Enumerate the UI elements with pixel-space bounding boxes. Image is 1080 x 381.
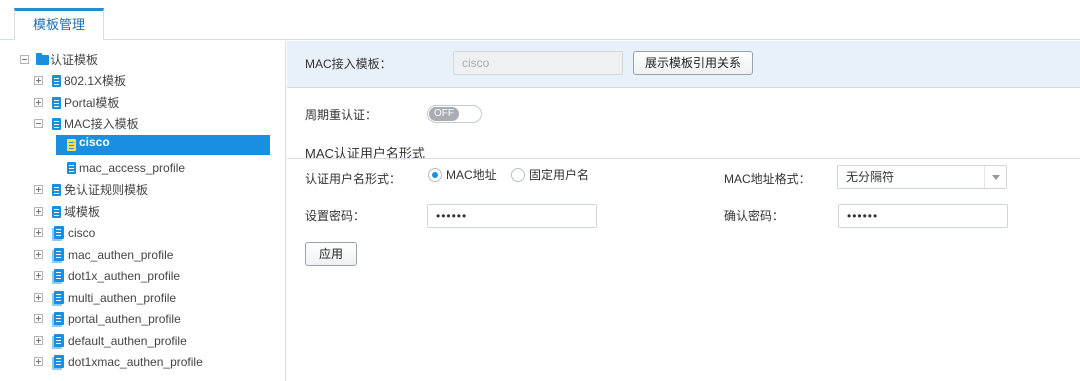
- expand-icon[interactable]: [34, 314, 43, 323]
- template-tree: 认证模板 802.1X模板 Portal模板 MAC接入模板 cisco mac…: [0, 41, 286, 381]
- tree-item-label: MAC接入模板: [64, 117, 139, 131]
- set-password-field[interactable]: ••••••: [427, 204, 597, 228]
- confirm-password-field[interactable]: ••••••: [838, 204, 1008, 228]
- expand-icon[interactable]: [34, 250, 43, 259]
- mac-template-label: MAC接入模板：: [305, 57, 392, 71]
- tree-item-label: 域模板: [64, 205, 101, 219]
- profile-icon: [54, 312, 64, 325]
- tree-item-label: Portal模板: [64, 96, 120, 110]
- expand-icon[interactable]: [34, 357, 43, 366]
- apply-button[interactable]: 应用: [305, 242, 357, 266]
- document-icon: [67, 139, 76, 151]
- collapse-icon[interactable]: [34, 119, 43, 128]
- mac-format-value: 无分隔符: [846, 170, 895, 184]
- toggle-off-label: OFF: [429, 107, 459, 121]
- document-icon: [52, 184, 61, 196]
- document-icon: [52, 206, 61, 218]
- tree-item-label: dot1x_authen_profile: [68, 269, 181, 283]
- tree-item-label: portal_authen_profile: [68, 312, 181, 326]
- tree-item-cisco-selected[interactable]: cisco: [56, 135, 270, 155]
- expand-icon[interactable]: [34, 98, 43, 107]
- radio-fixed-username[interactable]: [511, 168, 525, 182]
- expand-icon[interactable]: [34, 207, 43, 216]
- tree-item-label: multi_authen_profile: [68, 291, 177, 305]
- expand-icon[interactable]: [34, 271, 43, 280]
- tree-item-label: default_authen_profile: [68, 334, 187, 348]
- profile-icon: [54, 334, 64, 347]
- expand-icon[interactable]: [34, 293, 43, 302]
- tab-template-management[interactable]: 模板管理: [14, 8, 104, 40]
- mac-format-label: MAC地址格式：: [724, 172, 811, 186]
- tree-item-label: 802.1X模板: [64, 74, 127, 88]
- set-password-label: 设置密码：: [305, 209, 366, 223]
- collapse-icon[interactable]: [20, 55, 29, 64]
- profile-icon: [54, 248, 64, 261]
- document-icon: [67, 162, 76, 174]
- template-detail-panel: MAC接入模板： cisco 展示模板引用关系 周期重认证： OFF MAC认证…: [287, 41, 1080, 381]
- mac-format-select[interactable]: 无分隔符: [837, 165, 1007, 189]
- profile-icon: [54, 226, 64, 239]
- confirm-password-label: 确认密码：: [724, 209, 785, 223]
- folder-open-icon: [36, 53, 49, 65]
- section-divider: [287, 158, 1080, 159]
- tree-item-label: cisco: [68, 226, 96, 240]
- expand-icon[interactable]: [34, 228, 43, 237]
- reauth-label: 周期重认证：: [305, 108, 378, 122]
- tree-root-label: 认证模板: [50, 53, 99, 67]
- tree-item-label: dot1xmac_authen_profile: [68, 355, 203, 369]
- username-form-label: 认证用户名形式：: [305, 172, 402, 186]
- radio-mac-address-label[interactable]: MAC地址: [446, 167, 497, 183]
- show-relation-button[interactable]: 展示模板引用关系: [633, 51, 753, 75]
- expand-icon[interactable]: [34, 336, 43, 345]
- section-title: MAC认证用户名形式: [305, 146, 425, 161]
- document-icon: [52, 118, 61, 130]
- expand-icon[interactable]: [34, 76, 43, 85]
- expand-icon[interactable]: [34, 185, 43, 194]
- tree-item-label: 免认证规则模板: [64, 183, 149, 197]
- profile-icon: [54, 269, 64, 282]
- mac-template-name-field: cisco: [453, 51, 623, 75]
- profile-icon: [54, 355, 64, 368]
- reauth-toggle[interactable]: OFF: [427, 105, 482, 123]
- document-icon: [52, 97, 61, 109]
- chevron-down-icon[interactable]: [984, 166, 1006, 188]
- tab-bar: 模板管理: [0, 0, 1080, 40]
- tree-item-label: mac_authen_profile: [68, 248, 174, 262]
- tree-item-label: cisco: [79, 135, 110, 149]
- document-icon: [52, 75, 61, 87]
- radio-fixed-username-label[interactable]: 固定用户名: [529, 167, 589, 183]
- radio-mac-address[interactable]: [428, 168, 442, 182]
- profile-icon: [54, 291, 64, 304]
- tree-item-label: mac_access_profile: [79, 161, 186, 175]
- template-header-band: MAC接入模板： cisco 展示模板引用关系: [287, 41, 1080, 88]
